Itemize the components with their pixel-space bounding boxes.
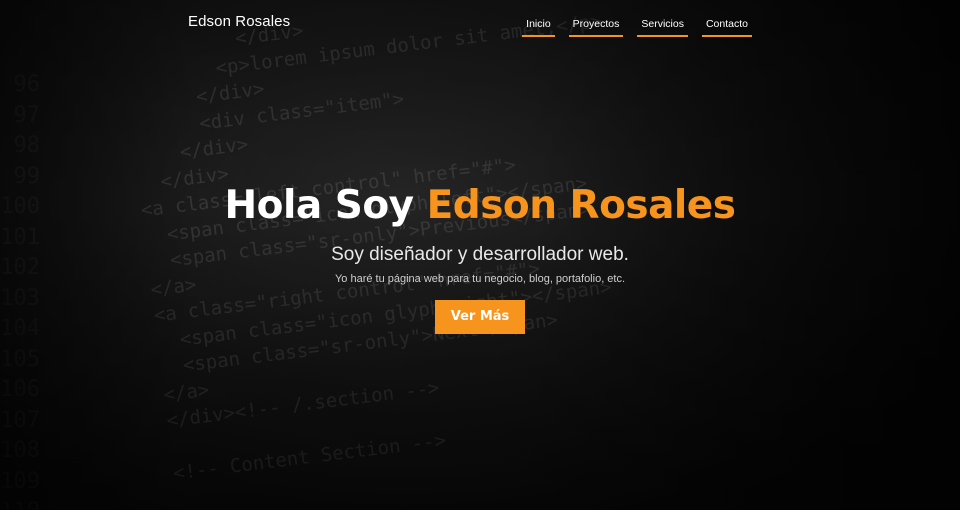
nav-item-proyectos[interactable]: Proyectos <box>568 18 624 37</box>
hero-title-prefix: Hola Soy <box>224 183 415 228</box>
hero-description: Yo haré tu página web para tu negocio, b… <box>334 273 626 285</box>
hero-subtitle: Soy diseñador y desarrollador web. <box>331 244 629 265</box>
nav-item-contacto[interactable]: Contacto <box>701 18 752 37</box>
ver-mas-button[interactable]: Ver Más <box>435 300 525 334</box>
hero-section: Hola Soy Edson Rosales Soy diseñador y d… <box>0 180 960 334</box>
navbar: Edson Rosales Inicio Proyectos Servicios… <box>0 0 960 48</box>
hero-title: Hola Soy Edson Rosales <box>0 180 960 232</box>
nav-item-inicio[interactable]: Inicio <box>522 18 555 37</box>
nav-item-servicios[interactable]: Servicios <box>637 18 688 37</box>
nav-menu: Inicio Proyectos Servicios Contacto <box>508 18 752 37</box>
brand-logo[interactable]: Edson Rosales <box>188 13 290 30</box>
hero-title-name: Edson Rosales <box>426 183 736 228</box>
